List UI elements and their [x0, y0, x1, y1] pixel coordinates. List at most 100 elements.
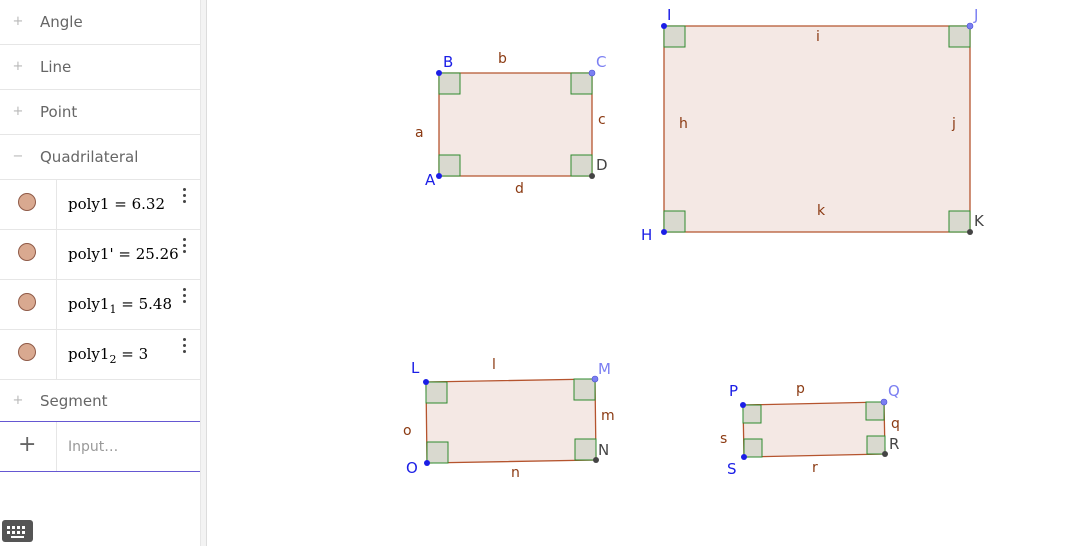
label-Q: Q: [888, 382, 900, 400]
point-C[interactable]: [588, 69, 596, 77]
label-segment-p: p: [796, 381, 805, 397]
item-expression[interactable]: poly11 = 5.48: [68, 295, 172, 316]
plus-icon[interactable]: +: [12, 105, 24, 118]
angle-marker: [426, 441, 449, 464]
item-subscript: 2: [109, 353, 117, 366]
group-line[interactable]: + Line: [0, 45, 200, 90]
item-name: poly1': [68, 245, 114, 263]
geometry-canvas[interactable]: A B C D a b c d H I J K h i j k O L M N …: [207, 0, 1066, 546]
polygon-fill[interactable]: [425, 378, 597, 464]
add-plus-icon[interactable]: +: [18, 434, 36, 456]
point-S[interactable]: [741, 454, 747, 460]
item-expression[interactable]: poly1' = 25.26: [68, 245, 179, 266]
equals-sign: =: [121, 295, 134, 313]
group-label: Angle: [40, 13, 83, 31]
algebra-item-poly1-prime[interactable]: poly1' = 25.26: [0, 230, 200, 280]
more-menu-icon[interactable]: [183, 288, 187, 306]
label-R: R: [889, 435, 899, 453]
point-O[interactable]: [424, 460, 430, 466]
keyboard-icon[interactable]: [2, 520, 33, 542]
polygon-fill[interactable]: [663, 25, 971, 233]
label-segment-n: n: [511, 465, 520, 481]
angle-marker: [948, 25, 971, 48]
divider: [56, 230, 57, 279]
angle-marker: [570, 72, 593, 95]
graphics-view[interactable]: A B C D a b c d H I J K h i j k O L M N …: [207, 0, 1066, 546]
item-expression[interactable]: poly1 = 6.32: [68, 195, 165, 216]
label-I: I: [667, 6, 671, 24]
minus-icon[interactable]: −: [12, 150, 24, 163]
visibility-toggle[interactable]: [18, 193, 36, 211]
label-segment-h: h: [679, 116, 688, 132]
label-segment-o: o: [403, 423, 412, 439]
input-placeholder[interactable]: Input…: [68, 439, 118, 455]
point-J[interactable]: [966, 22, 974, 30]
point-R[interactable]: [882, 451, 888, 457]
item-value: 25.26: [135, 245, 179, 263]
label-segment-m: m: [601, 408, 615, 424]
point-K[interactable]: [967, 229, 973, 235]
label-B: B: [443, 53, 453, 71]
label-segment-l: l: [492, 357, 496, 373]
label-S: S: [727, 460, 737, 478]
label-N: N: [598, 441, 609, 459]
group-quadrilateral[interactable]: − Quadrilateral: [0, 135, 200, 180]
label-segment-b: b: [498, 51, 507, 67]
point-P[interactable]: [740, 402, 746, 408]
point-D[interactable]: [589, 173, 595, 179]
quadrilateral-poly1-2[interactable]: S P Q R s p q r: [720, 381, 900, 478]
more-menu-icon[interactable]: [183, 238, 187, 256]
item-name: poly1: [68, 345, 110, 363]
point-B[interactable]: [436, 70, 442, 76]
visibility-toggle[interactable]: [18, 343, 36, 361]
point-A[interactable]: [436, 173, 442, 179]
group-label: Segment: [40, 391, 108, 410]
algebra-view: + Angle + Line + Point − Quadrilateral p…: [0, 0, 200, 546]
item-expression[interactable]: poly12 = 3: [68, 345, 148, 366]
algebra-item-poly1[interactable]: poly1 = 6.32: [0, 180, 200, 230]
group-point[interactable]: + Point: [0, 90, 200, 135]
group-label: Point: [40, 103, 78, 121]
polygon-fill[interactable]: [438, 72, 593, 177]
label-segment-j: j: [951, 116, 956, 132]
plus-icon[interactable]: +: [12, 60, 24, 73]
label-K: K: [974, 212, 985, 230]
polygon-fill[interactable]: [742, 401, 886, 458]
quadrilateral-poly1-prime[interactable]: H I J K h i j k: [641, 6, 985, 244]
algebra-item-poly1-1[interactable]: poly11 = 5.48: [0, 280, 200, 330]
plus-icon[interactable]: +: [12, 394, 24, 407]
group-angle[interactable]: + Angle: [0, 0, 200, 45]
more-menu-icon[interactable]: [183, 338, 187, 356]
point-L[interactable]: [423, 379, 429, 385]
quadrilateral-poly1-1[interactable]: O L M N o l m n: [403, 357, 615, 481]
angle-marker: [425, 381, 448, 404]
label-segment-k: k: [817, 203, 826, 219]
visibility-toggle[interactable]: [18, 293, 36, 311]
quadrilateral-poly1[interactable]: A B C D a b c d: [415, 51, 608, 197]
label-segment-q: q: [891, 416, 900, 432]
angle-marker: [948, 210, 971, 233]
point-H[interactable]: [661, 229, 667, 235]
group-label: Quadrilateral: [40, 148, 139, 166]
group-segment[interactable]: + Segment: [0, 380, 200, 421]
more-menu-icon[interactable]: [183, 188, 187, 206]
plus-icon[interactable]: +: [12, 15, 24, 28]
algebra-item-poly1-2[interactable]: poly12 = 3: [0, 330, 200, 380]
angle-marker: [438, 154, 461, 177]
divider: [56, 180, 57, 229]
input-bar[interactable]: + Input…: [0, 421, 200, 472]
angle-marker: [438, 72, 461, 95]
label-segment-a: a: [415, 125, 424, 141]
label-J: J: [973, 6, 978, 24]
angle-marker: [866, 435, 886, 455]
label-P: P: [729, 382, 738, 400]
item-subscript: 1: [109, 303, 117, 316]
divider: [56, 330, 57, 379]
panel-divider[interactable]: [200, 0, 207, 546]
point-Q[interactable]: [880, 398, 888, 406]
label-segment-s: s: [720, 431, 727, 447]
angle-marker: [573, 378, 596, 401]
item-value: 5.48: [138, 295, 172, 313]
visibility-toggle[interactable]: [18, 243, 36, 261]
label-A: A: [425, 171, 436, 189]
